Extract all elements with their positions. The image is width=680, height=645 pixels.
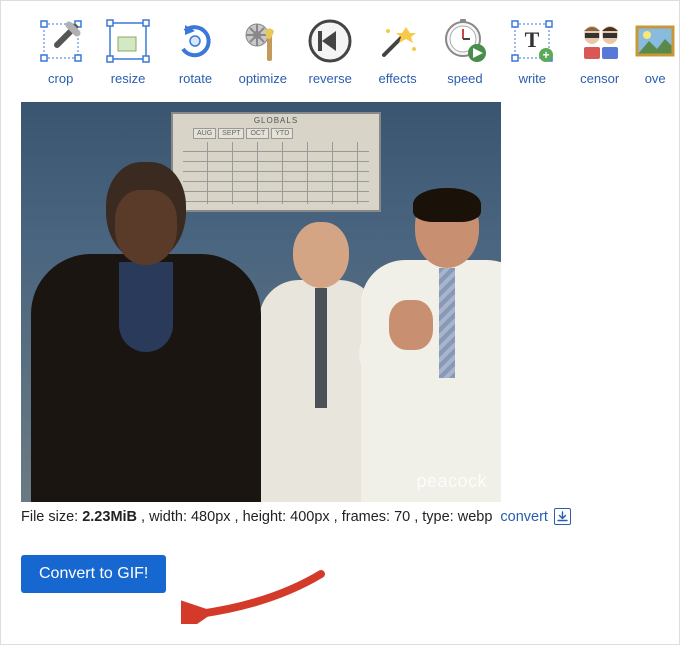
rotate-icon [171, 17, 219, 65]
tool-crop[interactable]: crop [29, 13, 92, 90]
tool-rotate-label: rotate [179, 71, 212, 86]
tool-optimize-label: optimize [239, 71, 287, 86]
tool-censor[interactable]: censor [568, 13, 631, 90]
tool-reverse[interactable]: reverse [299, 13, 362, 90]
board-header: GLOBALS [254, 116, 298, 125]
convert-to-gif-button[interactable]: Convert to GIF! [21, 555, 166, 593]
tool-effects-label: effects [379, 71, 417, 86]
board-month: YTD [271, 128, 293, 139]
tool-write[interactable]: T + write [501, 13, 564, 90]
effects-icon [374, 17, 422, 65]
optimize-icon [239, 17, 287, 65]
convert-link[interactable]: convert [500, 509, 548, 525]
download-icon[interactable] [554, 508, 571, 525]
crop-icon [37, 17, 85, 65]
tool-crop-label: crop [48, 71, 73, 86]
file-frames: , frames: 70 [334, 509, 411, 525]
board-months: AUG SEPT OCT YTD [193, 128, 293, 139]
file-size-prefix: File size: [21, 509, 78, 525]
tool-censor-label: censor [580, 71, 619, 86]
tool-resize[interactable]: resize [96, 13, 159, 90]
tool-overlay-label: ove [645, 71, 666, 86]
image-preview: GLOBALS AUG SEPT OCT YTD [21, 102, 501, 502]
main-content: GLOBALS AUG SEPT OCT YTD [1, 94, 679, 593]
tool-overlay[interactable]: ove [635, 13, 675, 90]
board-month: OCT [246, 128, 269, 139]
watermark: peacock [416, 471, 487, 492]
tool-write-label: write [519, 71, 546, 86]
person-left [21, 162, 261, 502]
speed-icon [441, 17, 489, 65]
tool-optimize[interactable]: optimize [231, 13, 294, 90]
write-icon: T + [508, 17, 556, 65]
file-width: , width: 480px [141, 509, 230, 525]
person-right [361, 192, 501, 502]
tool-speed-label: speed [447, 71, 482, 86]
tool-effects[interactable]: effects [366, 13, 429, 90]
censor-icon [576, 17, 624, 65]
svg-text:T: T [525, 27, 540, 52]
tool-resize-label: resize [111, 71, 146, 86]
file-size-value: 2.23MiB [82, 509, 137, 525]
annotation-arrow [181, 564, 331, 624]
board-month: SEPT [218, 128, 244, 139]
file-type: , type: webp [414, 509, 492, 525]
board-month: AUG [193, 128, 216, 139]
resize-icon [104, 17, 152, 65]
tool-reverse-label: reverse [309, 71, 352, 86]
reverse-icon [306, 17, 354, 65]
svg-text:+: + [543, 48, 550, 62]
file-info: File size: 2.23MiB, width: 480px , height… [21, 508, 659, 525]
tool-speed[interactable]: speed [433, 13, 496, 90]
toolbar: crop resize rotate [1, 1, 679, 94]
tool-rotate[interactable]: rotate [164, 13, 227, 90]
file-height: , height: 400px [235, 509, 330, 525]
overlay-icon [635, 17, 675, 65]
